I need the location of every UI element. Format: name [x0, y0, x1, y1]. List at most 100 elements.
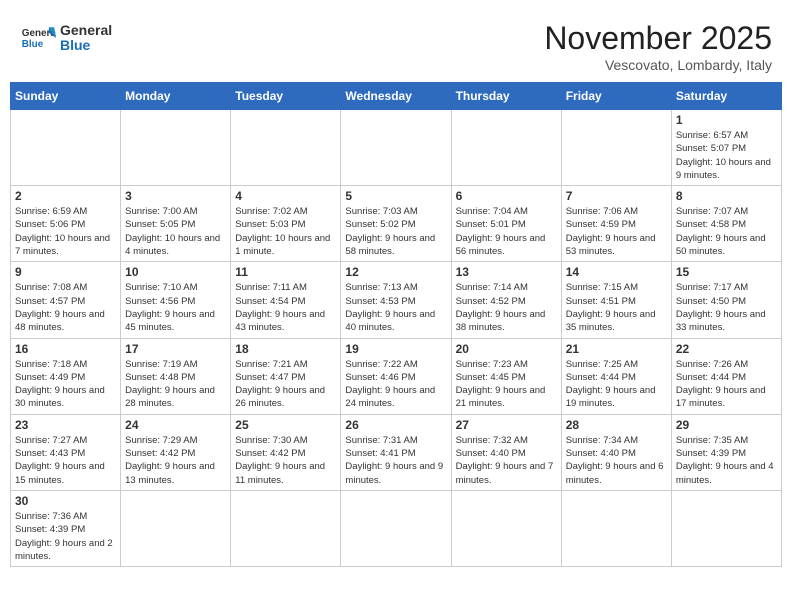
location-subtitle: Vescovato, Lombardy, Italy	[544, 57, 772, 73]
day-info: Sunrise: 7:14 AM Sunset: 4:52 PM Dayligh…	[456, 281, 557, 334]
day-info: Sunrise: 7:10 AM Sunset: 4:56 PM Dayligh…	[125, 281, 226, 334]
svg-text:Blue: Blue	[22, 39, 44, 50]
day-info: Sunrise: 7:34 AM Sunset: 4:40 PM Dayligh…	[566, 434, 667, 487]
calendar-day-cell: 22Sunrise: 7:26 AM Sunset: 4:44 PM Dayli…	[671, 338, 781, 414]
logo-icon: General Blue	[20, 20, 56, 56]
calendar-day-cell	[341, 490, 451, 566]
day-number: 13	[456, 265, 557, 279]
day-number: 24	[125, 418, 226, 432]
day-info: Sunrise: 7:13 AM Sunset: 4:53 PM Dayligh…	[345, 281, 446, 334]
day-number: 25	[235, 418, 336, 432]
calendar-day-cell: 4 Sunrise: 7:02 AM Sunset: 5:03 PM Daylig…	[231, 186, 341, 262]
day-info: Sunrise: 7:03 AM Sunset: 5:02 PM Dayligh…	[345, 205, 446, 258]
calendar-day-cell: 30Sunrise: 7:36 AM Sunset: 4:39 PM Dayli…	[11, 490, 121, 566]
day-number: 10	[125, 265, 226, 279]
calendar-day-cell	[121, 490, 231, 566]
calendar-day-cell: 20 Sunrise: 7:23 AM Sunset: 4:45 PM Dayli…	[451, 338, 561, 414]
day-info: Sunrise: 7:30 AM Sunset: 4:42 PM Dayligh…	[235, 434, 336, 487]
day-info: Sunrise: 7:22 AM Sunset: 4:46 PM Dayligh…	[345, 358, 446, 411]
day-info: Sunrise: 7:07 AM Sunset: 4:58 PM Dayligh…	[676, 205, 777, 258]
weekday-header-monday: Monday	[121, 83, 231, 110]
logo: General Blue General Blue	[20, 20, 112, 56]
calendar-day-cell: 19Sunrise: 7:22 AM Sunset: 4:46 PM Dayli…	[341, 338, 451, 414]
day-number: 28	[566, 418, 667, 432]
logo-blue-text: Blue	[60, 38, 112, 53]
day-info: Sunrise: 7:26 AM Sunset: 4:44 PM Dayligh…	[676, 358, 777, 411]
calendar-day-cell	[451, 110, 561, 186]
calendar-table: SundayMondayTuesdayWednesdayThursdayFrid…	[10, 82, 782, 567]
day-number: 26	[345, 418, 446, 432]
calendar-day-cell: 14 Sunrise: 7:15 AM Sunset: 4:51 PM Dayli…	[561, 262, 671, 338]
calendar-day-cell: 29 Sunrise: 7:35 AM Sunset: 4:39 PM Dayli…	[671, 414, 781, 490]
weekday-header-thursday: Thursday	[451, 83, 561, 110]
calendar-day-cell: 7 Sunrise: 7:06 AM Sunset: 4:59 PM Daylig…	[561, 186, 671, 262]
weekday-header-sunday: Sunday	[11, 83, 121, 110]
calendar-day-cell: 2 Sunrise: 6:59 AM Sunset: 5:06 PM Daylig…	[11, 186, 121, 262]
day-number: 23	[15, 418, 116, 432]
weekday-header-saturday: Saturday	[671, 83, 781, 110]
weekday-header-friday: Friday	[561, 83, 671, 110]
day-info: Sunrise: 7:17 AM Sunset: 4:50 PM Dayligh…	[676, 281, 777, 334]
day-info: Sunrise: 7:06 AM Sunset: 4:59 PM Dayligh…	[566, 205, 667, 258]
calendar-day-cell: 24 Sunrise: 7:29 AM Sunset: 4:42 PM Dayli…	[121, 414, 231, 490]
day-number: 9	[15, 265, 116, 279]
calendar-week-row: 9 Sunrise: 7:08 AM Sunset: 4:57 PM Daylig…	[11, 262, 782, 338]
day-number: 21	[566, 342, 667, 356]
calendar-day-cell: 27Sunrise: 7:32 AM Sunset: 4:40 PM Dayli…	[451, 414, 561, 490]
day-info: Sunrise: 7:32 AM Sunset: 4:40 PM Dayligh…	[456, 434, 557, 487]
calendar-day-cell: 15 Sunrise: 7:17 AM Sunset: 4:50 PM Dayli…	[671, 262, 781, 338]
calendar-day-cell	[231, 110, 341, 186]
day-info: Sunrise: 7:11 AM Sunset: 4:54 PM Dayligh…	[235, 281, 336, 334]
day-number: 7	[566, 189, 667, 203]
calendar-day-cell: 12 Sunrise: 7:13 AM Sunset: 4:53 PM Dayli…	[341, 262, 451, 338]
calendar-day-cell: 16Sunrise: 7:18 AM Sunset: 4:49 PM Dayli…	[11, 338, 121, 414]
calendar-day-cell	[341, 110, 451, 186]
day-info: Sunrise: 7:02 AM Sunset: 5:03 PM Dayligh…	[235, 205, 336, 258]
calendar-day-cell	[11, 110, 121, 186]
calendar-week-row: 30Sunrise: 7:36 AM Sunset: 4:39 PM Dayli…	[11, 490, 782, 566]
calendar-day-cell: 23 Sunrise: 7:27 AM Sunset: 4:43 PM Dayli…	[11, 414, 121, 490]
day-info: Sunrise: 7:25 AM Sunset: 4:44 PM Dayligh…	[566, 358, 667, 411]
calendar-day-cell: 21 Sunrise: 7:25 AM Sunset: 4:44 PM Dayli…	[561, 338, 671, 414]
day-number: 18	[235, 342, 336, 356]
weekday-header-wednesday: Wednesday	[341, 83, 451, 110]
day-info: Sunrise: 7:35 AM Sunset: 4:39 PM Dayligh…	[676, 434, 777, 487]
title-area: November 2025 Vescovato, Lombardy, Italy	[544, 20, 772, 73]
calendar-day-cell: 10 Sunrise: 7:10 AM Sunset: 4:56 PM Dayli…	[121, 262, 231, 338]
day-info: Sunrise: 6:59 AM Sunset: 5:06 PM Dayligh…	[15, 205, 116, 258]
day-info: Sunrise: 7:23 AM Sunset: 4:45 PM Dayligh…	[456, 358, 557, 411]
day-info: Sunrise: 7:00 AM Sunset: 5:05 PM Dayligh…	[125, 205, 226, 258]
day-info: Sunrise: 7:21 AM Sunset: 4:47 PM Dayligh…	[235, 358, 336, 411]
day-number: 4	[235, 189, 336, 203]
day-info: Sunrise: 7:29 AM Sunset: 4:42 PM Dayligh…	[125, 434, 226, 487]
day-info: Sunrise: 7:08 AM Sunset: 4:57 PM Dayligh…	[15, 281, 116, 334]
day-number: 12	[345, 265, 446, 279]
header: General Blue General Blue November 2025 …	[10, 10, 782, 78]
calendar-day-cell: 8 Sunrise: 7:07 AM Sunset: 4:58 PM Daylig…	[671, 186, 781, 262]
day-number: 5	[345, 189, 446, 203]
calendar-day-cell	[561, 490, 671, 566]
calendar-week-row: 2 Sunrise: 6:59 AM Sunset: 5:06 PM Daylig…	[11, 186, 782, 262]
day-number: 6	[456, 189, 557, 203]
day-number: 3	[125, 189, 226, 203]
day-number: 20	[456, 342, 557, 356]
month-year-title: November 2025	[544, 20, 772, 57]
day-number: 2	[15, 189, 116, 203]
day-number: 29	[676, 418, 777, 432]
day-info: Sunrise: 7:19 AM Sunset: 4:48 PM Dayligh…	[125, 358, 226, 411]
weekday-header-row: SundayMondayTuesdayWednesdayThursdayFrid…	[11, 83, 782, 110]
day-number: 1	[676, 113, 777, 127]
calendar-day-cell	[451, 490, 561, 566]
logo-general-text: General	[60, 23, 112, 38]
day-info: Sunrise: 7:27 AM Sunset: 4:43 PM Dayligh…	[15, 434, 116, 487]
day-number: 8	[676, 189, 777, 203]
calendar-day-cell: 3 Sunrise: 7:00 AM Sunset: 5:05 PM Daylig…	[121, 186, 231, 262]
calendar-day-cell: 5 Sunrise: 7:03 AM Sunset: 5:02 PM Daylig…	[341, 186, 451, 262]
calendar-day-cell: 11Sunrise: 7:11 AM Sunset: 4:54 PM Dayli…	[231, 262, 341, 338]
day-info: Sunrise: 7:15 AM Sunset: 4:51 PM Dayligh…	[566, 281, 667, 334]
day-number: 17	[125, 342, 226, 356]
day-info: Sunrise: 7:31 AM Sunset: 4:41 PM Dayligh…	[345, 434, 446, 487]
day-number: 15	[676, 265, 777, 279]
calendar-day-cell: 6Sunrise: 7:04 AM Sunset: 5:01 PM Daylig…	[451, 186, 561, 262]
day-number: 14	[566, 265, 667, 279]
